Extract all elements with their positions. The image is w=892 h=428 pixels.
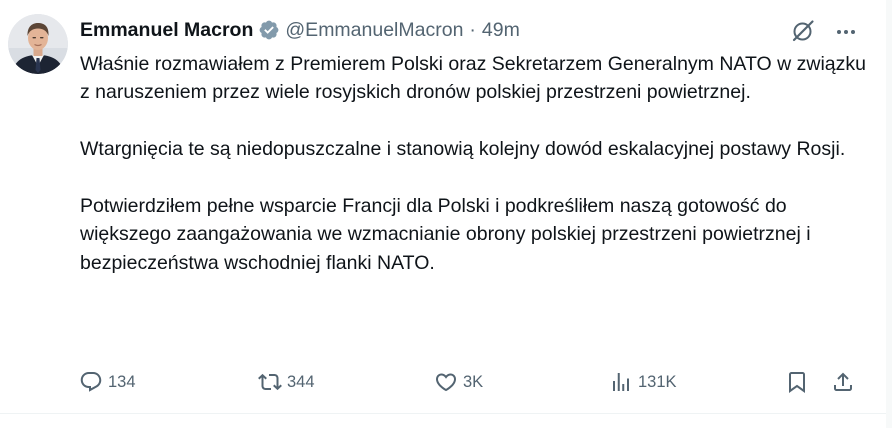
repost-button[interactable]: 344	[258, 368, 315, 396]
tweet-paragraph: Wtargnięcia te są niedopuszczalne i stan…	[80, 138, 846, 161]
tweet-text: Właśnie rozmawiałem z Premierem Polski o…	[80, 50, 870, 277]
repost-count: 344	[287, 372, 315, 391]
tweet-paragraph: Potwierdziłem pełne wsparcie Francji dla…	[80, 195, 811, 274]
avatar-image	[8, 14, 68, 74]
author-handle[interactable]: @EmmanuelMacron	[285, 19, 463, 42]
reply-count: 134	[108, 372, 136, 391]
reply-button[interactable]: 134	[79, 368, 136, 396]
like-button[interactable]: 3K	[434, 368, 483, 396]
like-count: 3K	[463, 372, 484, 391]
divider	[0, 413, 892, 414]
reply-icon	[80, 372, 102, 392]
tweet[interactable]: Emmanuel Macron @EmmanuelMacron · 49m Wł…	[0, 0, 892, 428]
tweet-header: Emmanuel Macron @EmmanuelMacron · 49m	[80, 16, 520, 44]
avatar[interactable]	[8, 14, 68, 74]
timestamp[interactable]: 49m	[482, 19, 520, 42]
separator-dot: ·	[469, 18, 476, 41]
author-name[interactable]: Emmanuel Macron	[80, 19, 253, 42]
bookmark-button[interactable]	[785, 368, 809, 396]
share-icon	[834, 372, 852, 391]
tweet-paragraph: Właśnie rozmawiałem z Premierem Polski o…	[80, 53, 866, 104]
action-bar: 134 344 3K 131K	[0, 368, 892, 396]
views-icon	[613, 373, 629, 391]
verified-badge-icon[interactable]	[258, 19, 280, 41]
views-count: 131K	[638, 372, 677, 391]
grok-icon[interactable]	[791, 19, 815, 43]
scrollbar-track[interactable]	[886, 0, 892, 428]
share-button[interactable]	[831, 368, 855, 396]
more-icon[interactable]	[834, 20, 858, 44]
like-icon	[435, 373, 457, 392]
bookmark-icon	[789, 372, 805, 393]
views-button[interactable]: 131K	[609, 368, 677, 396]
repost-icon	[258, 373, 282, 391]
